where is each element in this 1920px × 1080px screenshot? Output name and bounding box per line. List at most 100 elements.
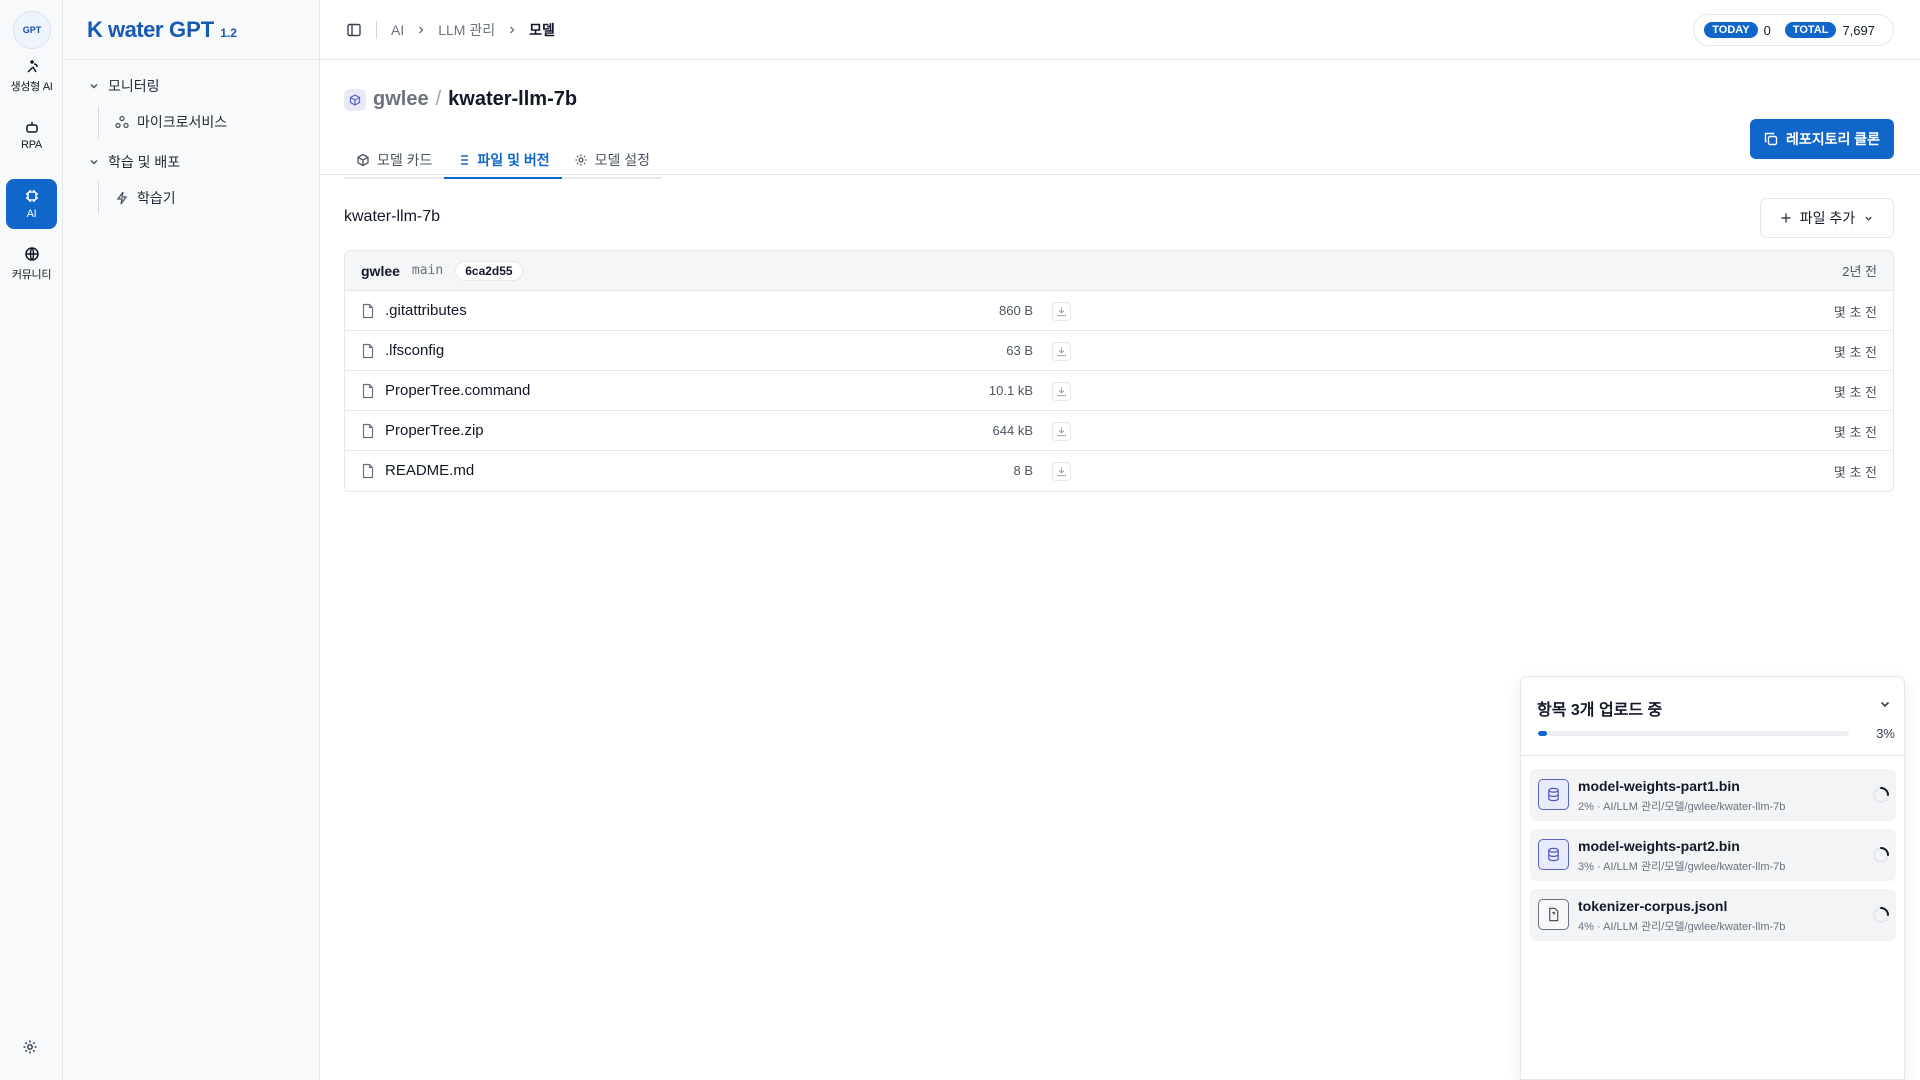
rail-item-label: AI xyxy=(26,208,37,220)
file-row[interactable]: ProperTree.command 10.1 kB 몇 초 전 xyxy=(345,371,1893,411)
nav-group-children: 마이크로서비스 xyxy=(98,106,319,138)
chevron-down-icon[interactable] xyxy=(1878,697,1892,711)
download-icon[interactable] xyxy=(1052,462,1071,481)
upload-progress-bar xyxy=(1538,731,1849,736)
file-row[interactable]: ProperTree.zip 644 kB 몇 초 전 xyxy=(345,411,1893,451)
list-icon xyxy=(456,153,470,167)
upload-item[interactable]: tokenizer-corpus.jsonl 4% · AI/LLM 관리/모델… xyxy=(1530,889,1896,941)
clone-repository-button[interactable]: 레포지토리 클론 xyxy=(1750,119,1894,159)
chevron-down-icon xyxy=(88,156,100,168)
file-icon xyxy=(361,383,375,399)
tab-files-versions[interactable]: 파일 및 버전 xyxy=(444,143,562,179)
file-icon xyxy=(361,343,375,359)
file-size: 10.1 kB xyxy=(988,383,1033,398)
download-icon[interactable] xyxy=(1052,422,1071,441)
rail-item-generative-ai[interactable]: 생성형 AI xyxy=(6,51,57,101)
file-size: 63 B xyxy=(1006,343,1033,358)
upload-file-meta: 4% · AI/LLM 관리/모델/gwlee/kwater-llm-7b xyxy=(1578,921,1786,933)
document-icon xyxy=(1538,899,1569,930)
upload-item[interactable]: model-weights-part2.bin 3% · AI/LLM 관리/모… xyxy=(1530,829,1896,881)
rail-item-label: RPA xyxy=(21,139,42,151)
file-updated: 몇 초 전 xyxy=(1833,425,1877,440)
download-icon[interactable] xyxy=(1052,342,1071,361)
app-logo[interactable]: GPT xyxy=(13,11,51,49)
tab-model-card[interactable]: 모델 카드 xyxy=(344,143,445,179)
file-name[interactable]: ProperTree.zip xyxy=(385,422,484,439)
database-icon xyxy=(1538,779,1569,810)
tab-model-settings[interactable]: 모델 설정 xyxy=(561,143,663,179)
file-name[interactable]: README.md xyxy=(385,462,474,479)
file-size: 644 kB xyxy=(992,423,1033,438)
breadcrumb: AI LLM 관리 모델 xyxy=(391,20,555,40)
rail-item-community[interactable]: 커뮤니티 xyxy=(6,239,57,289)
gear-icon xyxy=(574,153,588,167)
services-icon xyxy=(115,115,129,129)
file-size: 8 B xyxy=(1013,463,1033,478)
nav-tree: 모니터링 마이크로서비스 학습 및 배포 학습기 xyxy=(63,60,319,214)
upload-file-name: model-weights-part1.bin xyxy=(1578,778,1740,794)
file-row[interactable]: .lfsconfig 63 B 몇 초 전 xyxy=(345,331,1893,371)
file-updated: 몇 초 전 xyxy=(1833,465,1877,480)
breadcrumb-item[interactable]: AI xyxy=(391,22,404,38)
add-file-label: 파일 추가 xyxy=(1799,210,1856,226)
upload-file-name: tokenizer-corpus.jsonl xyxy=(1578,898,1728,914)
upload-file-meta: 3% · AI/LLM 관리/모델/gwlee/kwater-llm-7b xyxy=(1578,861,1786,873)
add-file-button[interactable]: 파일 추가 xyxy=(1760,198,1894,238)
repo-owner[interactable]: gwlee xyxy=(373,88,429,111)
cube-icon xyxy=(344,88,366,111)
tab-label: 모델 카드 xyxy=(377,152,433,168)
upload-item[interactable]: model-weights-part1.bin 2% · AI/LLM 관리/모… xyxy=(1530,769,1896,821)
file-icon xyxy=(361,423,375,439)
robot-icon xyxy=(24,119,40,135)
file-updated: 몇 초 전 xyxy=(1833,345,1877,360)
repo-separator: / xyxy=(435,88,442,110)
rail-item-rpa[interactable]: RPA xyxy=(6,110,57,160)
file-updated: 몇 초 전 xyxy=(1833,385,1877,400)
file-updated: 몇 초 전 xyxy=(1833,305,1877,320)
upload-file-name: model-weights-part2.bin xyxy=(1578,838,1740,854)
file-name[interactable]: .gitattributes xyxy=(385,302,467,319)
nav-item-label: 학습기 xyxy=(137,190,176,206)
repo-name: kwater-llm-7b xyxy=(448,88,578,110)
tab-label: 모델 설정 xyxy=(594,152,651,168)
database-icon xyxy=(1538,839,1569,870)
sparkle-icon xyxy=(24,58,40,74)
nav-group-children: 학습기 xyxy=(98,182,319,214)
nav-group-label: 학습 및 배포 xyxy=(108,154,181,170)
nav-item-trainer[interactable]: 학습기 xyxy=(115,182,319,214)
nav-item-label: 마이크로서비스 xyxy=(137,114,228,130)
repo-title: gwlee / kwater-llm-7b xyxy=(344,88,577,111)
file-row[interactable]: README.md 8 B 몇 초 전 xyxy=(345,451,1893,491)
commit-hash[interactable]: 6ca2d55 xyxy=(455,260,523,281)
file-name[interactable]: ProperTree.command xyxy=(385,382,530,399)
file-size: 860 B xyxy=(999,303,1033,318)
plus-icon xyxy=(1780,212,1792,224)
file-name[interactable]: .lfsconfig xyxy=(385,342,444,359)
rail-item-ai[interactable]: AI xyxy=(6,179,57,229)
chip-icon xyxy=(24,188,40,204)
upload-progress-fill xyxy=(1538,731,1548,736)
upload-file-meta: 2% · AI/LLM 관리/모델/gwlee/kwater-llm-7b xyxy=(1578,801,1786,813)
file-row[interactable]: .gitattributes 860 B 몇 초 전 xyxy=(345,291,1893,331)
settings-gear-icon[interactable] xyxy=(22,1039,38,1055)
nav-item-microservices[interactable]: 마이크로서비스 xyxy=(115,106,319,138)
spinner-icon xyxy=(1872,786,1890,804)
download-icon[interactable] xyxy=(1052,302,1071,321)
commit-author[interactable]: gwlee xyxy=(361,263,400,279)
file-icon xyxy=(361,303,375,319)
brand-logo[interactable]: K water GPT 1.2 xyxy=(87,17,237,43)
upload-title: 항목 3개 업로드 중 xyxy=(1537,702,1663,719)
total-count: 7,697 xyxy=(1842,22,1875,38)
spinner-icon xyxy=(1872,846,1890,864)
nav-group-monitoring[interactable]: 모니터링 xyxy=(88,74,319,98)
breadcrumb-item[interactable]: LLM 관리 xyxy=(438,20,495,40)
rail-item-label: 생성형 AI xyxy=(10,81,53,93)
sidebar-toggle-icon[interactable] xyxy=(346,22,362,38)
nav-group-training[interactable]: 학습 및 배포 xyxy=(88,150,319,174)
download-icon[interactable] xyxy=(1052,382,1071,401)
bolt-icon xyxy=(115,191,129,205)
clone-button-label: 레포지토리 클론 xyxy=(1785,131,1881,147)
copy-icon xyxy=(1764,132,1778,146)
visit-stats: TODAY 0 TOTAL 7,697 xyxy=(1693,14,1894,46)
current-path: kwater-llm-7b xyxy=(344,208,441,225)
